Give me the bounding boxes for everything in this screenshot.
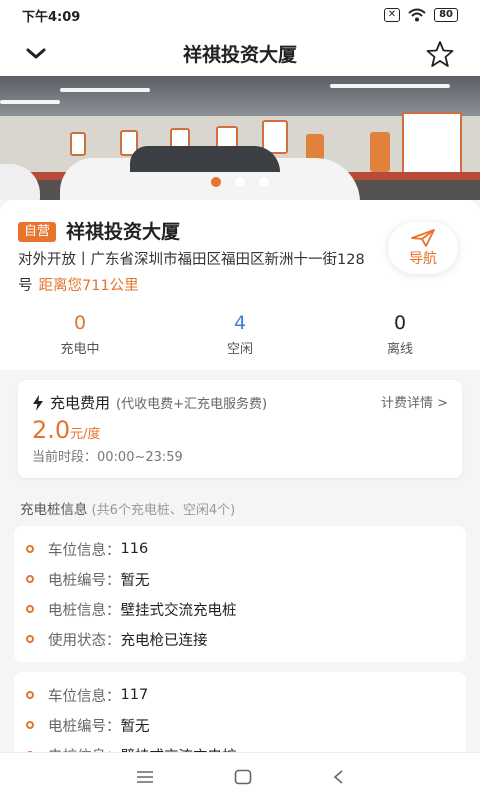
status-icons: ✕ 80 <box>383 8 458 22</box>
station-info-card: 自营 祥祺投资大厦 对外开放丨广东省深圳市福田区福田区新洲十一街128号 距离您7… <box>0 200 480 370</box>
photo-light <box>330 84 450 88</box>
navigate-button[interactable]: 导航 <box>388 222 458 274</box>
pile-row: 使用状态： 充电枪已连接 <box>14 624 466 654</box>
fee-subtitle: (代收电费+汇充电服务费) <box>116 397 268 412</box>
pile-row: 车位信息： 117 <box>14 680 466 710</box>
photo-ceiling <box>0 76 480 116</box>
stat-label: 离线 <box>386 342 413 357</box>
pile-row-value: 壁挂式交流充电桩 <box>120 602 237 619</box>
fee-period: 当前时段：00:00~23:59 <box>32 450 183 465</box>
pile-row-key: 电桩编号： <box>48 572 121 589</box>
pile-status-stats: 0 充电中 4 空闲 0 离线 <box>0 310 480 357</box>
fee-price-block: 2.0元/度 <box>32 416 101 444</box>
stat-charging: 0 充电中 <box>0 310 160 357</box>
navigate-label: 导航 <box>409 251 437 267</box>
bullet-icon <box>26 605 34 613</box>
status-bar: 下午4:09 ✕ 80 <box>0 0 480 30</box>
nav-bar: 祥祺投资大厦 <box>0 30 480 76</box>
carousel-dot[interactable] <box>259 177 269 187</box>
pile-row-value: 116 <box>120 541 149 557</box>
system-nav-bar <box>0 752 480 800</box>
piles-section-header: 充电桩信息 (共6个充电桩、空闲4个) <box>20 498 235 518</box>
self-operated-badge: 自营 <box>18 222 57 242</box>
bullet-icon <box>26 545 34 553</box>
status-time: 下午4:09 <box>22 9 81 25</box>
pile-row-key: 使用状态： <box>48 632 121 649</box>
pile-row-value: 117 <box>120 687 149 703</box>
bullet-icon <box>26 575 34 583</box>
stat-idle: 4 空闲 <box>160 310 320 357</box>
back-icon[interactable] <box>332 769 344 785</box>
pile-row-key: 电桩信息： <box>48 602 121 619</box>
pile-row-value: 暂无 <box>120 572 150 589</box>
photo-light <box>0 100 60 104</box>
station-address-block: 对外开放丨广东省深圳市福田区福田区新洲十一街128号 距离您711公里 <box>18 247 378 299</box>
bullet-icon <box>26 635 34 643</box>
page-title: 祥祺投资大厦 <box>182 43 297 66</box>
pile-card[interactable]: 车位信息： 116 电桩编号： 暂无 电桩信息： 壁挂式交流充电桩 使用状态： 充电枪已… <box>14 526 466 662</box>
carousel-dot[interactable] <box>211 177 221 187</box>
stat-offline: 0 离线 <box>320 310 480 357</box>
paper-plane-icon <box>411 229 435 247</box>
menu-icon[interactable] <box>136 770 154 784</box>
stat-label: 充电中 <box>60 342 100 357</box>
pile-row: 车位信息： 116 <box>14 534 466 564</box>
stat-label: 空闲 <box>226 342 253 357</box>
wifi-icon <box>408 8 426 22</box>
photo-light <box>60 88 150 92</box>
bullet-icon <box>26 691 34 699</box>
stat-value: 4 <box>233 312 247 334</box>
home-icon[interactable] <box>234 769 252 785</box>
piles-section-title: 充电桩信息 <box>20 502 88 518</box>
pile-row-key: 电桩编号： <box>48 718 121 735</box>
carousel-dot[interactable] <box>235 177 245 187</box>
pile-row: 电桩编号： 暂无 <box>14 564 466 594</box>
pile-row: 电桩编号： 暂无 <box>14 710 466 740</box>
pile-row-key: 车位信息： <box>48 542 121 559</box>
fee-unit: 元/度 <box>70 427 101 442</box>
piles-section-subtitle: (共6个充电桩、空闲4个) <box>91 503 236 518</box>
fee-title: 充电费用 <box>50 394 111 412</box>
photo-pillar <box>370 132 390 172</box>
lightning-icon <box>33 394 43 411</box>
battery-icon: 80 <box>434 8 458 22</box>
stat-value: 0 <box>393 312 407 334</box>
photo-windshield <box>130 146 280 172</box>
chevron-down-icon[interactable] <box>24 42 48 66</box>
pile-row-value: 暂无 <box>120 718 150 735</box>
pile-row: 电桩信息：壁挂式交流充电桩 <box>14 594 466 624</box>
photo-charger <box>70 132 86 156</box>
charging-fee-card: 充电费用 (代收电费+汇充电服务费) 计费详情 > 2.0元/度 当前时段：00… <box>18 380 462 478</box>
stat-value: 0 <box>73 312 87 334</box>
fee-price: 2.0 <box>32 416 71 444</box>
station-name: 祥祺投资大厦 <box>66 221 181 243</box>
sim-icon: ✕ <box>383 8 401 22</box>
carousel-dots <box>0 177 480 187</box>
station-distance: 距离您711公里 <box>38 278 139 294</box>
favorite-star-icon[interactable] <box>426 40 454 68</box>
fee-title-row: 充电费用 (代收电费+汇充电服务费) <box>32 392 267 413</box>
fee-detail-link[interactable]: 计费详情 > <box>381 392 448 411</box>
pile-row-key: 车位信息： <box>48 688 121 705</box>
bullet-icon <box>26 721 34 729</box>
pile-row-value: 充电枪已连接 <box>120 632 208 649</box>
